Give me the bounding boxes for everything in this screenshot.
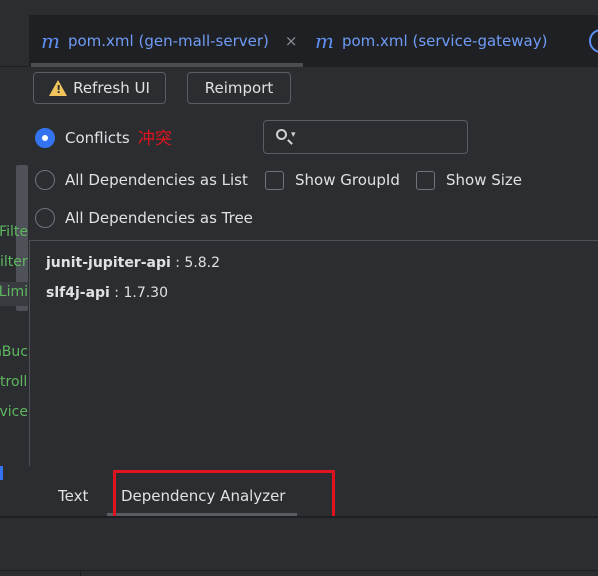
refresh-ui-label: Refresh UI — [73, 79, 150, 97]
tab-label: pom.xml (service-gateway) — [341, 32, 548, 50]
all-dependencies-list-label[interactable]: All Dependencies as List — [65, 171, 248, 189]
show-size-label[interactable]: Show Size — [446, 171, 522, 189]
warning-icon: ! — [49, 80, 68, 96]
all-dependencies-tree-label[interactable]: All Dependencies as Tree — [65, 209, 253, 227]
tree-item[interactable]: rvice — [0, 404, 28, 424]
conflicts-annotation: 冲突 — [138, 129, 172, 149]
maven-m-icon: m — [315, 29, 334, 53]
reimport-button[interactable]: Reimport — [187, 72, 291, 104]
dependency-name: slf4j-api — [46, 285, 110, 301]
refresh-ui-button[interactable]: ! Refresh UI — [33, 72, 166, 104]
list-item[interactable]: junit-jupiter-api : 5.8.2 — [46, 255, 220, 271]
tree-item[interactable]: nBuc — [0, 344, 28, 364]
show-size-checkbox[interactable] — [416, 171, 435, 190]
tab-pom-service-gateway[interactable]: m pom.xml (service-gateway) — [315, 15, 565, 67]
dependency-name: junit-jupiter-api — [46, 255, 171, 271]
tree-marker — [0, 466, 3, 480]
search-input[interactable]: ▾ — [263, 120, 468, 154]
divider — [0, 570, 598, 571]
all-dependencies-tree-radio[interactable] — [35, 208, 55, 228]
tab-pom-gen-mall-server[interactable]: m pom.xml (gen-mall-server) × — [41, 15, 303, 67]
divider — [80, 570, 81, 576]
editor-tab-bar: m pom.xml (gen-mall-server) × m pom.xml … — [29, 15, 598, 67]
bottom-tool-area — [0, 518, 598, 576]
tab-label: pom.xml (gen-mall-server) — [67, 32, 269, 50]
dependency-analyzer-panel: ! Refresh UI Reimport Conflicts 冲突 ▾ All… — [29, 67, 598, 518]
close-icon[interactable]: × — [285, 32, 298, 50]
project-tree-strip: Filte ilter Limi nBuc troll rvice — [0, 0, 28, 518]
maven-m-icon: m — [41, 29, 60, 53]
conflict-results-list: junit-jupiter-api : 5.8.2 slf4j-api : 1.… — [29, 240, 598, 466]
tree-item[interactable]: troll — [0, 374, 28, 394]
show-groupid-checkbox[interactable] — [265, 171, 284, 190]
reimport-label: Reimport — [204, 79, 274, 97]
chevron-down-icon[interactable]: ▾ — [291, 130, 296, 140]
conflicts-label[interactable]: Conflicts — [65, 129, 130, 147]
partial-tab-icon[interactable] — [589, 29, 598, 53]
tree-item[interactable]: ilter — [0, 254, 28, 274]
show-groupid-label[interactable]: Show GroupId — [295, 171, 400, 189]
dependency-version: : 1.7.30 — [109, 285, 168, 301]
tree-item[interactable]: Filte — [0, 224, 28, 244]
conflicts-radio[interactable] — [35, 128, 55, 148]
tab-text[interactable]: Text — [58, 487, 88, 505]
left-header — [0, 0, 28, 67]
dependency-version: : 5.8.2 — [170, 255, 221, 271]
tree-item[interactable]: Limi — [0, 284, 28, 304]
all-dependencies-list-radio[interactable] — [35, 170, 55, 190]
list-item[interactable]: slf4j-api : 1.7.30 — [46, 285, 168, 301]
search-icon[interactable] — [276, 129, 287, 140]
